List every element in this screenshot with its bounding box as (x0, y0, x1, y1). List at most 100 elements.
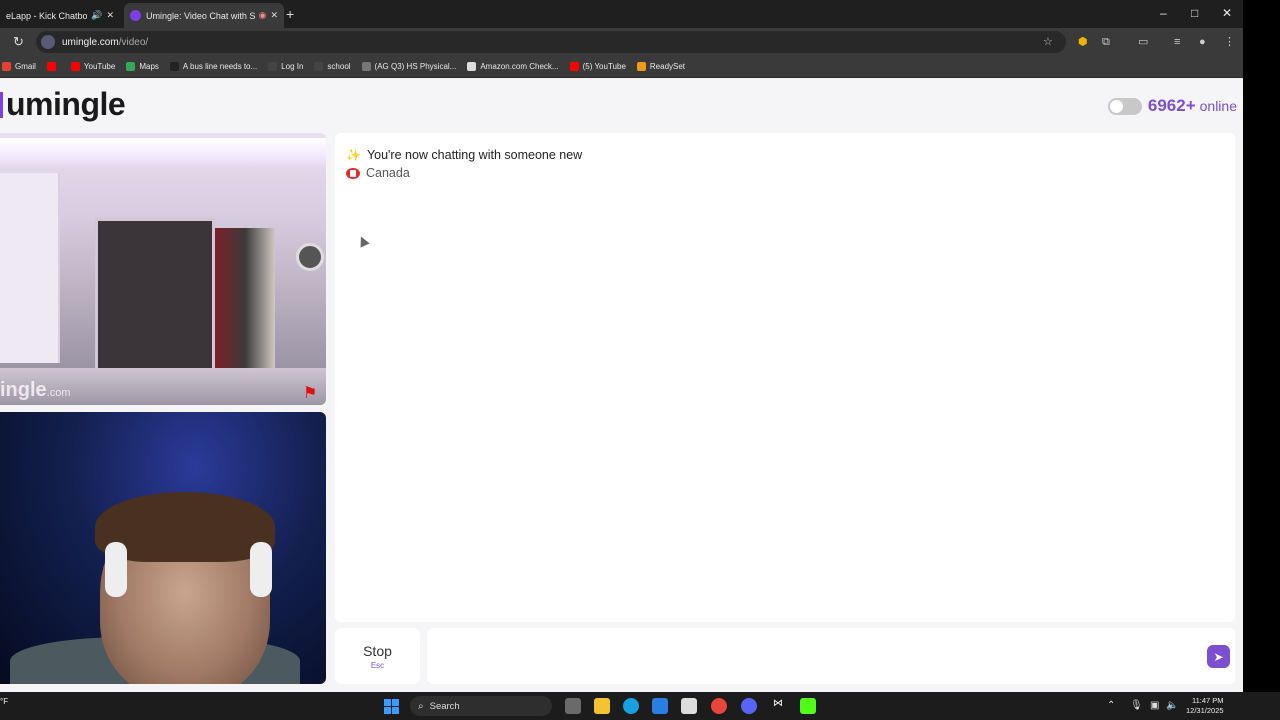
capcut-icon[interactable]: ⋈ (770, 698, 786, 714)
tab-title: eLapp - Kick Chatbot a (6, 10, 88, 21)
screen-border (1243, 0, 1280, 720)
profile-avatar-icon[interactable]: ● (1199, 36, 1211, 48)
extension-icon[interactable]: ⬢ (1078, 36, 1090, 48)
bookmark-label: (AG Q3) HS Physical... (374, 62, 457, 71)
clock-date: 12/31/2025 (1186, 706, 1224, 715)
self-video (0, 412, 326, 684)
maximize-button[interactable]: □ (1191, 6, 1198, 20)
close-tab-icon[interactable]: ✕ (106, 10, 114, 21)
tab-kick-chatbot[interactable]: eLapp - Kick Chatbot a 🔊 ✕ (0, 3, 120, 28)
bookmark-label: YouTube (83, 62, 116, 71)
bookmark-label: (5) YouTube (582, 62, 626, 71)
video-watermark: ingle.com (0, 379, 71, 402)
taskbar-clock[interactable]: 11:47 PM 12/31/2025 (1186, 696, 1224, 716)
umingle-favicon-icon (130, 10, 141, 21)
extensions-puzzle-icon[interactable]: ⧉ (1102, 36, 1114, 48)
bookmark-item[interactable]: Gmail (2, 62, 36, 71)
bookmark-star-icon[interactable]: ☆ (1043, 35, 1053, 48)
chrome-icon[interactable] (711, 698, 727, 714)
watermark-main: ingle (0, 379, 47, 401)
file-explorer-icon[interactable] (594, 698, 610, 714)
headphone-right (250, 542, 272, 597)
gmail-icon (2, 62, 11, 71)
wall-clock (296, 243, 324, 271)
kick-icon[interactable] (800, 698, 816, 714)
room-door (0, 173, 60, 363)
start-icon-tile (384, 707, 391, 714)
url-text: umingle.com/video/ (62, 37, 148, 48)
media-controls-icon[interactable]: ≡ (1174, 36, 1186, 48)
volume-icon[interactable]: 🔈 (1166, 700, 1178, 711)
speaker-icon[interactable]: 🔊 (91, 10, 102, 21)
start-button[interactable] (384, 699, 399, 714)
site-info-icon[interactable] (41, 35, 55, 49)
edge-icon[interactable] (623, 698, 639, 714)
new-tab-button[interactable]: + (286, 6, 294, 22)
umingle-logo[interactable]: umingle (6, 86, 126, 123)
bookmark-item[interactable]: YouTube (70, 62, 116, 71)
bookmark-label: Log In (281, 62, 304, 71)
bookmark-item[interactable]: ReadySet (636, 62, 686, 71)
tab-title: Umingle: Video Chat with S (146, 10, 255, 21)
bookmark-item[interactable]: school (314, 62, 351, 71)
clock-time: 11:47 PM (1192, 696, 1224, 705)
tray-overflow-icon[interactable]: ⌃ (1107, 700, 1115, 711)
taskbar-search[interactable]: ⌕ Search (410, 696, 552, 716)
watermark-suffix: .com (46, 387, 71, 399)
menu-kebab-icon[interactable]: ⋮ (1224, 36, 1236, 48)
windows-taskbar: °F ⌕ Search ⋈ ⌃ 🎙 ▣ 🔈 11:47 PM 12/31/202… (0, 692, 1280, 720)
close-tab-icon[interactable]: ✕ (270, 10, 278, 21)
report-flag-icon[interactable]: ⚑ (303, 383, 317, 403)
url-path: /video/ (118, 36, 149, 48)
recording-icon: ◉ (258, 10, 267, 20)
bookmark-item[interactable]: A bus line needs to... (169, 62, 258, 71)
send-button[interactable]: ➤ (1207, 645, 1230, 668)
led-light-strip (0, 138, 326, 168)
umingle-page: umingle 6962+ online ingle.com ⚑ ✨ You'r… (0, 80, 1243, 692)
navigation-bar: ↻ umingle.com/video/ ☆ ⬢ ⧉ ▭ ≡ ● ⋮ (0, 28, 1243, 56)
stop-shortcut: Esc (370, 660, 385, 670)
bookmark-item[interactable]: (AG Q3) HS Physical... (361, 62, 457, 71)
canvas-icon (268, 62, 278, 71)
bookmark-item[interactable]: (5) YouTube (569, 62, 626, 71)
toggle-knob (1109, 99, 1123, 113)
bookmark-label: A bus line needs to... (182, 62, 258, 71)
browser-window: eLapp - Kick Chatbot a 🔊 ✕ Umingle: Vide… (0, 0, 1243, 720)
close-window-button[interactable]: ✕ (1222, 6, 1232, 20)
bookmark-item[interactable]: Log In (268, 62, 303, 71)
search-icon: ⌕ (418, 700, 424, 712)
theme-toggle[interactable] (1107, 97, 1142, 115)
chat-panel: ✨ You're now chatting with someone new C… (335, 133, 1235, 622)
maps-icon (126, 62, 136, 71)
address-bar[interactable]: umingle.com/video/ (36, 31, 1066, 53)
message-input[interactable] (427, 628, 1235, 684)
bookmark-label: school (327, 62, 351, 71)
bookmark-item[interactable] (46, 62, 60, 71)
stop-button[interactable]: Stop Esc (335, 628, 420, 684)
reload-button[interactable]: ↻ (13, 34, 24, 50)
bookmark-label: Amazon.com Check... (480, 62, 559, 71)
chat-status-text: You're now chatting with someone new (366, 148, 583, 162)
side-panel-icon[interactable]: ▭ (1138, 36, 1150, 48)
bookmark-item[interactable]: Maps (126, 62, 159, 71)
chat-status-line: ✨ You're now chatting with someone new (346, 148, 582, 162)
tab-umingle[interactable]: Umingle: Video Chat with S ◉ ✕ (124, 3, 284, 28)
mail-icon[interactable] (652, 698, 668, 714)
discord-icon[interactable] (741, 698, 757, 714)
task-view-icon[interactable] (565, 698, 581, 714)
youtube-icon (70, 62, 80, 71)
weather-widget[interactable]: °F (0, 697, 8, 706)
network-icon[interactable]: ▣ (1150, 700, 1159, 711)
folder-icon (314, 62, 324, 71)
bookmark-label: Gmail (15, 62, 36, 71)
online-count: 6962+ (1147, 96, 1196, 115)
bookmark-label: ReadySet (649, 62, 686, 71)
minimize-button[interactable]: – (1160, 6, 1167, 20)
canada-flag-icon (346, 167, 360, 179)
microphone-icon[interactable]: 🎙 (1130, 700, 1143, 711)
store-icon[interactable] (681, 698, 697, 714)
tab-strip: eLapp - Kick Chatbot a 🔊 ✕ Umingle: Vide… (0, 0, 1243, 28)
bookmark-item[interactable]: Amazon.com Check... (467, 62, 559, 71)
logo-accent (0, 92, 3, 118)
youtube-icon (46, 62, 56, 71)
